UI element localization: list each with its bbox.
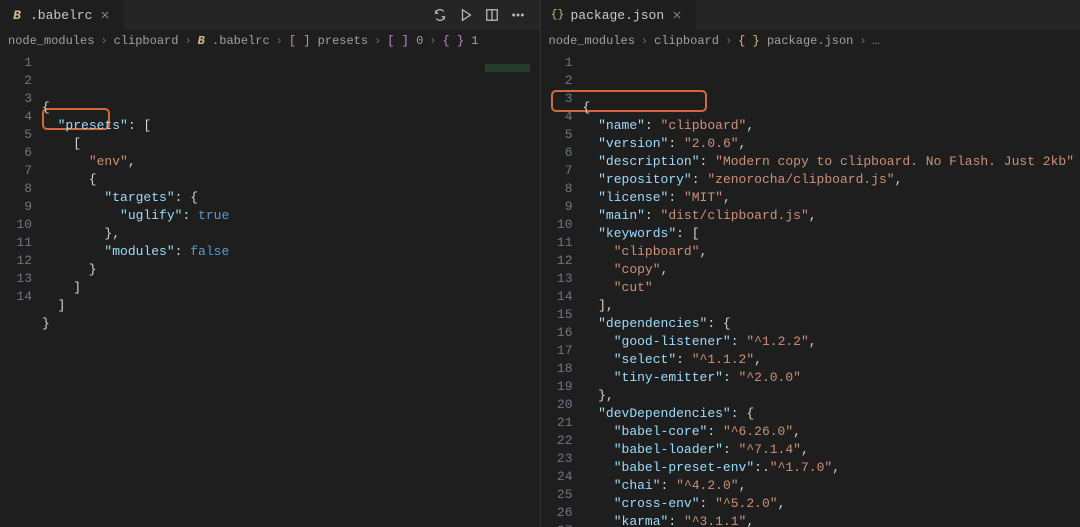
code-line[interactable]: "babel-loader": "^7.1.4", [583,441,1080,459]
code-line[interactable]: "copy", [583,261,1080,279]
code-editor[interactable]: 1234567891011121314151617181920212223242… [541,52,1080,527]
babel-file-icon: B [10,8,24,22]
tab-babelrc[interactable]: B .babelrc [0,0,124,30]
code-line[interactable]: "modules": false [42,243,540,261]
code-line[interactable]: "tiny-emitter": "^2.0.0" [583,369,1080,387]
code-line[interactable]: "uglify": true [42,207,540,225]
more-icon[interactable] [510,7,526,23]
code-line[interactable]: "select": "^1.1.2", [583,351,1080,369]
breadcrumb-item[interactable]: { } package.json [738,34,853,48]
run-icon[interactable] [458,7,474,23]
code-line[interactable]: } [42,315,540,333]
breadcrumb-item[interactable]: { } 1 [443,34,479,48]
json-file-icon: {} [551,8,565,22]
editor-pane-right: {} package.json node_modules›clipboard›{… [541,0,1080,527]
line-gutter: 1234567891011121314 [0,52,42,527]
breadcrumb-item[interactable]: clipboard [114,34,179,48]
tab-bar: B .babelrc [0,0,540,30]
code-line[interactable]: "presets": [ [42,117,540,135]
code-line[interactable]: "name": "clipboard", [583,117,1080,135]
code-line[interactable]: "chai": "^4.2.0", [583,477,1080,495]
breadcrumb-item[interactable]: … [873,34,880,48]
breadcrumb-item[interactable]: clipboard [654,34,719,48]
code-line[interactable]: ], [583,297,1080,315]
close-icon[interactable] [98,8,112,22]
breadcrumb-item[interactable]: node_modules [549,34,635,48]
code-line[interactable]: ] [42,297,540,315]
code-line[interactable]: }, [583,387,1080,405]
split-icon[interactable] [484,7,500,23]
code-line[interactable]: "repository": "zenorocha/clipboard.js", [583,171,1080,189]
breadcrumb-item[interactable]: B .babelrc [198,34,270,48]
code-content[interactable]: { "name": "clipboard", "version": "2.0.6… [583,52,1080,527]
code-line[interactable]: "version": "2.0.6", [583,135,1080,153]
code-line[interactable]: "clipboard", [583,243,1080,261]
code-line[interactable]: "license": "MIT", [583,189,1080,207]
code-line[interactable]: "devDependencies": { [583,405,1080,423]
code-line[interactable]: }, [42,225,540,243]
breadcrumb-item[interactable]: [ ] 0 [387,34,423,48]
code-line[interactable]: "main": "dist/clipboard.js", [583,207,1080,225]
code-line[interactable]: [ [42,135,540,153]
tab-label: package.json [571,8,665,23]
code-line[interactable]: "description": "Modern copy to clipboard… [583,153,1080,171]
code-content[interactable]: { "presets": [ [ "env", { "targets": { "… [42,52,540,527]
code-line[interactable]: "karma": "^3.1.1", [583,513,1080,527]
code-line[interactable]: "cross-env": "^5.2.0", [583,495,1080,513]
cycle-icon[interactable] [432,7,448,23]
code-line[interactable]: "env", [42,153,540,171]
tab-bar: {} package.json [541,0,1080,30]
close-icon[interactable] [670,8,684,22]
tab-package-json[interactable]: {} package.json [541,0,697,30]
editor-pane-left: B .babelrc node_modules›clipboard›B .bab… [0,0,541,527]
tab-label: .babelrc [30,8,92,23]
breadcrumb[interactable]: node_modules›clipboard›B .babelrc›[ ] pr… [0,30,540,52]
code-line[interactable]: "keywords": [ [583,225,1080,243]
code-line[interactable]: { [583,99,1080,117]
code-line[interactable]: "dependencies": { [583,315,1080,333]
code-line[interactable]: "cut" [583,279,1080,297]
code-editor[interactable]: 1234567891011121314 { "presets": [ [ "en… [0,52,540,527]
code-line[interactable]: "good-listener": "^1.2.2", [583,333,1080,351]
code-line[interactable] [42,333,540,351]
code-line[interactable]: "targets": { [42,189,540,207]
code-line[interactable]: } [42,261,540,279]
code-line[interactable]: { [42,171,540,189]
code-line[interactable]: { [42,99,540,117]
minimap[interactable] [480,52,540,527]
code-line[interactable]: "babel-preset-env":."^1.7.0", [583,459,1080,477]
breadcrumb-item[interactable]: node_modules [8,34,94,48]
tab-actions [432,7,540,23]
breadcrumb[interactable]: node_modules›clipboard›{ } package.json›… [541,30,1080,52]
code-line[interactable]: ] [42,279,540,297]
line-gutter: 1234567891011121314151617181920212223242… [541,52,583,527]
code-line[interactable]: "babel-core": "^6.26.0", [583,423,1080,441]
breadcrumb-item[interactable]: [ ] presets [289,34,368,48]
